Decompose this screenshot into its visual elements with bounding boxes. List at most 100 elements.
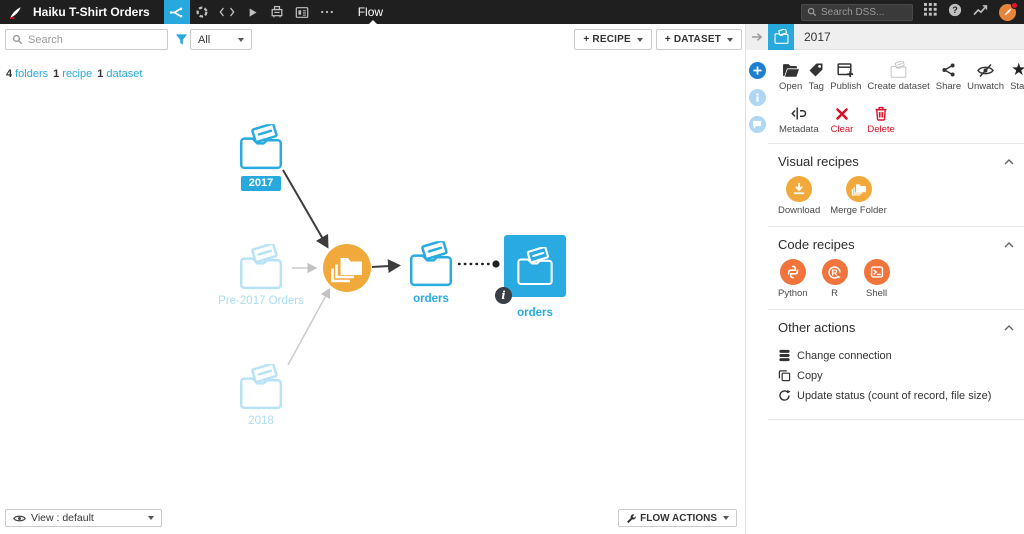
star-action[interactable]: ★ Star [1007,58,1024,94]
chevron-down-icon [727,38,733,42]
publish-icon [837,60,854,78]
copy-action[interactable]: Copy [778,369,1014,382]
view-selector[interactable]: View : default [5,509,162,527]
flow-actions-button[interactable]: FLOW ACTIONS [618,509,737,527]
change-connection-action[interactable]: Change connection [778,349,1014,362]
flow-node-pre2017[interactable] [236,244,286,295]
current-page-label: Flow [358,5,383,19]
folder-icon [236,124,286,170]
add-action-button[interactable] [749,62,766,79]
folders-count-link[interactable]: folders [15,68,48,80]
python-recipe-button[interactable]: Python [778,259,808,299]
flow-canvas[interactable]: All 4folders1recipe1dataset + RECIPE + D… [0,24,745,534]
dss-app-window: Haiku T-Shirt Orders [0,0,1024,534]
flow-node-2017[interactable] [236,124,286,175]
flow-node-merge-recipe[interactable] [323,244,371,292]
flow-node-2018[interactable] [236,364,286,415]
create-dataset-folder-icon [889,60,908,78]
metadata-action[interactable]: Metadata [776,101,822,137]
info-icon [753,93,762,102]
deploy-nav-icon[interactable] [265,0,290,24]
clear-action[interactable]: Clear [828,101,857,137]
unwatch-action[interactable]: Unwatch [964,58,1007,94]
visual-recipes-section: Visual recipes Download Merge Folder [768,144,1024,227]
folder-type-icon [768,24,794,50]
recipe-count-link[interactable]: recipe [62,68,92,80]
r-recipe-button[interactable]: R R [822,259,848,299]
flow-node-orders-output[interactable] [504,235,566,297]
flow-nav-icon[interactable] [164,0,190,24]
jobs-nav-icon[interactable] [240,0,265,24]
flow-node-pre2017-label[interactable]: Pre-2017 Orders [211,295,311,307]
lab-nav-icon[interactable] [190,0,215,24]
other-actions-section: Other actions Change connection Copy Upd… [768,310,1024,420]
visual-recipes-header[interactable]: Visual recipes [778,150,1014,176]
folder-icon [236,364,286,410]
flow-search-input[interactable] [28,34,158,46]
details-tab-button[interactable] [749,89,766,106]
plus-icon [753,66,762,75]
flow-node-orders-output-label[interactable]: orders [485,307,585,319]
tag-icon [808,60,824,78]
more-nav-icon[interactable] [315,0,340,24]
new-recipe-button[interactable]: + RECIPE [574,29,651,50]
selected-object-title: 2017 [804,30,831,44]
speech-bubble-icon [752,120,762,129]
folders-count: 4 [6,68,12,80]
flow-node-orders-folder-label[interactable]: orders [381,293,481,305]
apps-grid-icon[interactable] [924,3,937,21]
open-action[interactable]: Open [776,58,805,94]
user-avatar[interactable] [999,4,1016,21]
global-search[interactable] [801,4,913,21]
merge-folder-recipe-button[interactable]: Merge Folder [830,176,887,216]
flow-node-2018-label[interactable]: 2018 [211,415,311,427]
dataset-count: 1 [97,68,103,80]
notebooks-nav-icon[interactable] [215,0,240,24]
filter-icon[interactable] [175,33,188,51]
dashboards-nav-icon[interactable] [290,0,315,24]
global-search-input[interactable] [821,7,907,18]
new-dataset-button[interactable]: + DATASET [656,29,742,50]
star-icon: ★ [1011,60,1024,78]
recipe-count: 1 [53,68,59,80]
top-navbar: Haiku T-Shirt Orders [0,0,1024,24]
tag-action[interactable]: Tag [805,58,827,94]
open-folder-icon [781,60,800,78]
metadata-icon [791,103,807,121]
update-status-action[interactable]: Update status (count of record, file siz… [778,389,1014,402]
delete-action[interactable]: Delete [864,101,897,137]
chevron-up-icon [1004,242,1014,248]
chevron-up-icon [1004,325,1014,331]
project-title[interactable]: Haiku T-Shirt Orders [33,5,150,19]
dataset-count-link[interactable]: dataset [106,68,142,80]
info-badge[interactable]: i [495,287,512,304]
trash-icon [874,103,888,121]
folder-icon [514,247,556,286]
chevron-up-icon [1004,159,1014,165]
download-recipe-button[interactable]: Download [778,176,820,216]
share-action[interactable]: Share [933,58,964,94]
code-recipes-header[interactable]: Code recipes [778,233,1014,259]
svg-text:R: R [832,267,838,277]
filter-dropdown[interactable]: All [190,29,252,50]
wrench-icon [626,513,636,524]
flow-object-counts: 4folders1recipe1dataset [6,68,147,80]
discussions-tab-button[interactable] [749,116,766,133]
trend-icon[interactable] [973,3,988,21]
shell-recipe-button[interactable]: Shell [864,259,890,299]
code-recipes-section: Code recipes Python R R [768,227,1024,310]
flow-node-2017-label[interactable]: 2017 [226,176,296,191]
shell-icon [864,259,890,285]
dataiku-logo-icon[interactable] [7,4,24,21]
download-icon [786,176,812,202]
chevron-down-icon [723,516,729,520]
other-actions-header[interactable]: Other actions [778,316,1014,342]
flow-node-orders-folder[interactable] [406,241,456,292]
flow-search-box[interactable] [5,29,168,50]
publish-action[interactable]: Publish [827,58,864,94]
eye-slash-icon [977,60,994,78]
help-icon[interactable]: ? [948,3,962,22]
topbar-right-icons: ? [801,3,1024,22]
create-dataset-action[interactable]: Create dataset [864,58,932,94]
collapse-panel-button[interactable] [746,24,768,50]
